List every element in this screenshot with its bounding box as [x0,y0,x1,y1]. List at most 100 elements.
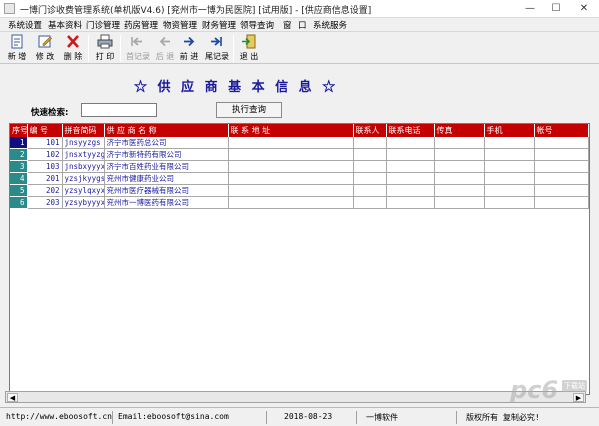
cell-mobile[interactable] [484,148,535,161]
execute-query-button[interactable]: 执行查询 [216,102,282,118]
close-button[interactable]: ✕ [569,0,599,18]
cell-account[interactable] [534,172,589,185]
cell-mobile[interactable] [484,184,535,197]
cell-account[interactable] [534,137,589,149]
menu-pharmacy[interactable]: 药房管理 [124,19,158,31]
col-header-pinyin[interactable]: 拼音简码 [62,124,105,137]
menu-system-settings[interactable]: 系统设置 [8,19,42,31]
menu-window-1[interactable]: 窗 [283,19,292,31]
cell-phone[interactable] [386,184,435,197]
col-header-mobile[interactable]: 手机 [484,124,535,137]
menu-outpatient[interactable]: 门诊管理 [86,19,120,31]
cell-pinyin[interactable]: yzsylqxyxg [62,184,105,197]
print-button[interactable]: 打 印 [94,34,116,62]
cell-code[interactable]: 202 [27,184,63,197]
maximize-button[interactable]: ☐ [543,0,569,18]
cell-mobile[interactable] [484,196,535,209]
menu-basic-data[interactable]: 基本资料 [48,19,82,31]
menu-leader-query[interactable]: 领导查询 [240,19,274,31]
cell-code[interactable]: 101 [27,137,63,149]
col-header-seq[interactable]: 序号 [10,124,28,137]
menu-window-2[interactable]: 口 [298,19,307,31]
cell-phone[interactable] [386,196,435,209]
col-header-code[interactable]: 编 号 [27,124,63,137]
col-header-phone[interactable]: 联系电话 [386,124,435,137]
cell-address[interactable] [228,148,354,161]
col-header-address[interactable]: 联 系 地 址 [228,124,354,137]
cell-pinyin[interactable]: jnsxtyyzgs [62,148,105,161]
cell-fax[interactable] [434,160,485,173]
cell-code[interactable]: 201 [27,172,63,185]
horizontal-scrollbar[interactable]: ◀ ▶ [5,391,586,403]
row-index[interactable]: 6 [10,196,28,209]
minimize-button[interactable]: — [517,0,543,18]
row-index[interactable]: 4 [10,172,28,185]
cell-pinyin[interactable]: jnsyyzgs [62,137,105,149]
cell-phone[interactable] [386,148,435,161]
cell-fax[interactable] [434,184,485,197]
cell-mobile[interactable] [484,160,535,173]
cell-contact[interactable] [353,160,387,173]
row-index[interactable]: 1 [10,137,28,149]
cell-pinyin[interactable]: jnsbxyyyxg [62,160,105,173]
cell-account[interactable] [534,196,589,209]
menu-system-service[interactable]: 系统服务 [313,19,347,31]
col-header-fax[interactable]: 传真 [434,124,485,137]
row-index[interactable]: 3 [10,160,28,173]
menu-finance[interactable]: 财务管理 [202,19,236,31]
cell-phone[interactable] [386,160,435,173]
menu-materials[interactable]: 物资管理 [163,19,197,31]
cell-account[interactable] [534,160,589,173]
cell-contact[interactable] [353,137,387,149]
cell-fax[interactable] [434,196,485,209]
cell-fax[interactable] [434,148,485,161]
table-row[interactable]: 5 202 yzsylqxyxg 兖州市医疗器械有限公司 [10,184,589,197]
cell-pinyin[interactable]: yzsybyyyxg [62,196,105,209]
prev-button[interactable]: 后 退 [154,34,176,62]
table-row[interactable]: 4 201 yzsjkyygs 兖州市健康药业公司 [10,172,589,185]
cell-phone[interactable] [386,137,435,149]
row-index[interactable]: 5 [10,184,28,197]
col-header-contact[interactable]: 联系人 [353,124,387,137]
cell-address[interactable] [228,160,354,173]
cell-mobile[interactable] [484,172,535,185]
table-row[interactable]: 6 203 yzsybyyyxg 兖州市一博医药有限公司 [10,196,589,209]
cell-contact[interactable] [353,196,387,209]
search-input[interactable] [81,103,157,117]
cell-code[interactable]: 102 [27,148,63,161]
table-row[interactable]: 3 103 jnsbxyyyxg 济宁市百姓药业有限公司 [10,160,589,173]
scroll-left-icon[interactable]: ◀ [7,393,18,402]
cell-name[interactable]: 济宁市医药总公司 [104,137,229,149]
exit-button[interactable]: 退 出 [238,34,260,62]
cell-contact[interactable] [353,148,387,161]
cell-phone[interactable] [386,172,435,185]
cell-code[interactable]: 103 [27,160,63,173]
cell-code[interactable]: 203 [27,196,63,209]
delete-button[interactable]: 删 除 [62,34,84,62]
cell-account[interactable] [534,184,589,197]
cell-address[interactable] [228,184,354,197]
cell-contact[interactable] [353,184,387,197]
cell-name[interactable]: 济宁市百姓药业有限公司 [104,160,229,173]
cell-contact[interactable] [353,172,387,185]
first-record-button[interactable]: 首记录 [126,34,150,62]
col-header-account[interactable]: 帐号 [534,124,589,137]
cell-fax[interactable] [434,137,485,149]
cell-fax[interactable] [434,172,485,185]
next-button[interactable]: 前 进 [178,34,200,62]
cell-pinyin[interactable]: yzsjkyygs [62,172,105,185]
supplier-grid[interactable]: 序号 编 号 拼音简码 供 应 商 名 称 联 系 地 址 联系人 联系电话 传… [9,123,590,395]
row-index[interactable]: 2 [10,148,28,161]
cell-name[interactable]: 兖州市健康药业公司 [104,172,229,185]
cell-mobile[interactable] [484,137,535,149]
cell-name[interactable]: 兖州市医疗器械有限公司 [104,184,229,197]
cell-name[interactable]: 济宁市新特药有限公司 [104,148,229,161]
col-header-name[interactable]: 供 应 商 名 称 [104,124,229,137]
new-button[interactable]: 新 增 [6,34,28,62]
last-record-button[interactable]: 尾记录 [205,34,229,62]
table-row[interactable]: 2 102 jnsxtyyzgs 济宁市新特药有限公司 [10,148,589,161]
edit-button[interactable]: 修 改 [34,34,56,62]
cell-address[interactable] [228,196,354,209]
cell-address[interactable] [228,137,354,149]
cell-account[interactable] [534,148,589,161]
